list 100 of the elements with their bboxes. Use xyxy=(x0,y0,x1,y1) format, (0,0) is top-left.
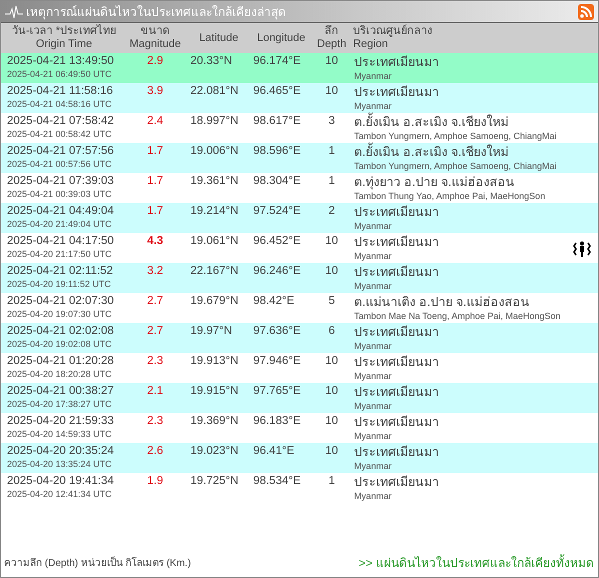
latitude-cell: 19.061°N xyxy=(190,235,238,247)
magnitude-cell: 1.7 xyxy=(147,205,164,217)
magnitude-cell: 1.7 xyxy=(147,145,164,157)
region-english: Myanmar xyxy=(354,460,393,472)
utc-time: 2025-04-20 19:02:08 UTC xyxy=(7,338,113,350)
latitude-cell: 19.369°N xyxy=(190,415,238,427)
utc-time: 2025-04-21 00:58:42 UTC xyxy=(7,128,113,140)
latitude-cell: 19.214°N xyxy=(190,205,238,217)
depth-cell: 5 xyxy=(328,295,335,307)
depth-cell: 3 xyxy=(328,115,335,127)
longitude-cell: 96.246°E xyxy=(253,265,301,277)
magnitude-cell: 2.7 xyxy=(147,325,164,337)
depth-cell: 10 xyxy=(325,265,338,277)
time-cell-text: 2025-04-21 02:02:08 xyxy=(7,325,115,338)
region-english: Myanmar xyxy=(354,400,393,412)
felt-shaking-icon xyxy=(571,240,593,256)
magnitude-cell: 2.9 xyxy=(147,55,164,67)
window-title: เหตุการณ์แผ่นดินไหวในประเทศและใกล้เคียงล่าสุด xyxy=(26,4,287,21)
utc-time: 2025-04-20 19:07:30 UTC xyxy=(7,308,113,320)
utc-time: 2025-04-20 19:11:52 UTC xyxy=(7,278,112,290)
time-cell-text: 2025-04-20 19:41:34 xyxy=(7,475,115,488)
time-cell-text: 2025-04-21 02:11:52 xyxy=(7,265,114,278)
region-thai: ประเทศเมียนมา xyxy=(354,55,440,70)
latitude-cell: 19.915°N xyxy=(190,385,238,397)
region-english: Myanmar xyxy=(354,370,393,382)
region-english: Myanmar xyxy=(354,220,393,232)
longitude-cell: 97.946°E xyxy=(253,355,301,367)
utc-time: 2025-04-20 17:38:27 UTC xyxy=(7,398,113,410)
latitude-cell: 18.997°N xyxy=(190,115,238,127)
region-thai: ต.ยั้งเมิน อ.สะเมิง จ.เชียงใหม่ xyxy=(354,115,557,130)
region-thai: ประเทศเมียนมา xyxy=(354,265,440,280)
utc-time: 2025-04-20 18:20:28 UTC xyxy=(7,368,113,380)
rss-icon[interactable] xyxy=(578,4,594,20)
longitude-cell: 96.41°E xyxy=(253,445,294,457)
region-english: Tambon Yungmern, Amphoe Samoeng, ChiangMai xyxy=(354,130,557,142)
time-cell-text: 2025-04-20 20:35:24 xyxy=(7,445,115,458)
all-earthquakes-link[interactable]: >> แผ่นดินไหวในประเทศและใกล้เคียงทั้งหมด xyxy=(358,555,594,571)
time-cell-text: 2025-04-21 07:58:42 xyxy=(7,115,115,128)
depth-cell: 10 xyxy=(325,55,338,67)
depth-cell: 6 xyxy=(328,325,335,337)
time-cell-text: 2025-04-21 07:39:03 xyxy=(7,175,115,188)
longitude-cell: 97.636°E xyxy=(253,325,301,337)
latitude-cell: 19.913°N xyxy=(190,355,238,367)
region-thai: ประเทศเมียนมา xyxy=(354,355,440,370)
latitude-cell: 19.361°N xyxy=(190,175,238,187)
column-header: ขนาด Magnitude xyxy=(123,23,188,53)
depth-cell: 10 xyxy=(325,385,338,397)
region-thai: ประเทศเมียนมา xyxy=(354,205,440,220)
depth-cell: 10 xyxy=(325,355,338,367)
region-thai: ประเทศเมียนมา xyxy=(354,385,440,400)
region-thai: ประเทศเมียนมา xyxy=(354,325,440,340)
latitude-cell: 19.97°N xyxy=(190,325,232,337)
depth-cell: 10 xyxy=(325,85,338,97)
longitude-cell: 96.174°E xyxy=(253,55,301,67)
latitude-cell: 19.679°N xyxy=(190,295,238,307)
time-cell-text: 2025-04-21 11:58:16 xyxy=(7,85,114,98)
longitude-cell: 96.452°E xyxy=(253,235,301,247)
column-header: วัน-เวลา *ประเทศไทย Origin Time xyxy=(1,23,123,53)
magnitude-cell: 2.6 xyxy=(147,445,164,457)
region-thai: ประเทศเมียนมา xyxy=(354,475,440,490)
time-cell-text: 2025-04-21 04:49:04 xyxy=(7,205,115,218)
time-cell-text: 2025-04-21 00:38:27 xyxy=(7,385,115,398)
time-cell-text: 2025-04-20 21:59:33 xyxy=(7,415,115,428)
region-english: Myanmar xyxy=(354,340,393,352)
region-thai: ประเทศเมียนมา xyxy=(354,235,440,250)
latitude-cell: 19.725°N xyxy=(190,475,238,487)
magnitude-cell: 2.4 xyxy=(147,115,164,127)
latitude-cell: 19.023°N xyxy=(190,445,238,457)
seismograph-icon xyxy=(5,4,23,18)
magnitude-cell: 3.2 xyxy=(147,265,164,277)
latitude-cell: 19.006°N xyxy=(190,145,238,157)
column-header: บริเวณศูนย์กลาง Region xyxy=(351,23,598,53)
time-cell-text: 2025-04-21 13:49:50 xyxy=(7,55,115,68)
time-cell-text: 2025-04-21 07:57:56 xyxy=(7,145,115,158)
longitude-cell: 98.534°E xyxy=(253,475,301,487)
utc-time: 2025-04-21 00:39:03 UTC xyxy=(7,188,113,200)
magnitude-cell: 2.3 xyxy=(147,415,164,427)
magnitude-cell: 3.9 xyxy=(147,85,164,97)
region-thai: ต.ทุ่งยาว อ.ปาย จ.แม่ฮ่องสอน xyxy=(354,175,516,190)
region-english: Myanmar xyxy=(354,250,393,262)
depth-cell: 1 xyxy=(328,145,335,157)
longitude-cell: 96.465°E xyxy=(253,85,301,97)
magnitude-cell: 1.7 xyxy=(147,175,164,187)
column-header: Longitude xyxy=(250,23,312,53)
region-thai: ต.แม่นาเติง อ.ปาย จ.แม่ฮ่องสอน xyxy=(354,295,530,310)
magnitude-cell: 2.7 xyxy=(147,295,164,307)
region-english: Myanmar xyxy=(354,70,393,82)
depth-cell: 10 xyxy=(325,445,338,457)
depth-cell: 1 xyxy=(328,175,335,187)
time-cell-text: 2025-04-21 01:20:28 xyxy=(7,355,115,368)
longitude-cell: 97.765°E xyxy=(253,385,301,397)
region-thai: ต.ยั้งเมิน อ.สะเมิง จ.เชียงใหม่ xyxy=(354,145,557,160)
utc-time: 2025-04-20 21:49:04 UTC xyxy=(7,218,113,230)
utc-time: 2025-04-21 06:49:50 UTC xyxy=(7,68,113,80)
magnitude-cell: 2.3 xyxy=(147,355,164,367)
utc-time: 2025-04-21 04:58:16 UTC xyxy=(7,98,113,110)
depth-cell: 10 xyxy=(325,415,338,427)
depth-cell: 10 xyxy=(325,235,338,247)
latitude-cell: 22.081°N xyxy=(190,85,238,97)
utc-time: 2025-04-20 12:41:34 UTC xyxy=(7,488,113,500)
